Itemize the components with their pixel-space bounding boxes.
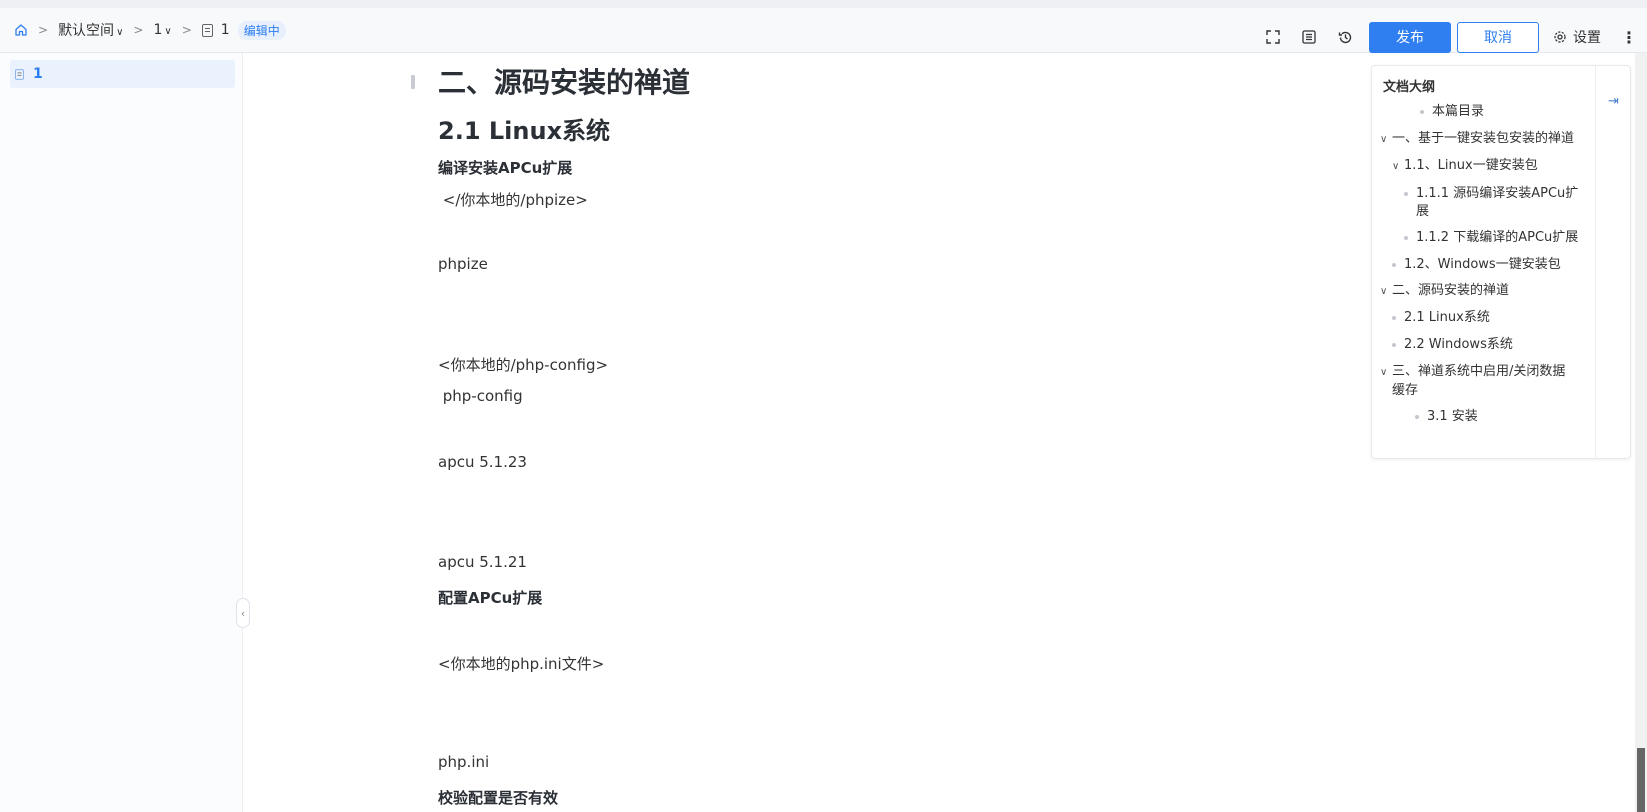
content-line: </你本地的/phpize> <box>438 191 588 209</box>
content-line: php-config <box>438 387 523 405</box>
content-line: apcu 5.1.23 <box>438 453 527 471</box>
outline-item-label: 2.2 Windows系统 <box>1404 337 1513 352</box>
scrollbar-thumb[interactable] <box>1637 748 1645 812</box>
outline-item-label: 展 <box>1416 204 1430 219</box>
gear-icon <box>1554 31 1566 43</box>
outline-item-label: 三、禅道系统中启用/关闭数据 <box>1392 364 1566 379</box>
outline-item-label: 1.1、Linux一键安装包 <box>1404 158 1538 173</box>
content-line: apcu 5.1.21 <box>438 553 527 571</box>
sidebar-item-doc[interactable]: 1 <box>10 60 235 88</box>
outline-item-label: 二、源码安装的禅道 <box>1392 283 1510 298</box>
collapse-icon[interactable]: ‹ <box>236 598 250 628</box>
outline-item[interactable]: ∨ 一、基于一键安装包安装的禅道 <box>1380 129 1574 149</box>
outline-divider <box>1595 66 1596 458</box>
outline-item-label: 1.1.1 源码编译安装APCu扩 <box>1416 186 1579 201</box>
outline-item-label: 2.1 Linux系统 <box>1404 310 1490 325</box>
sidebar: 1 <box>0 53 243 812</box>
settings-label: 设置 <box>1573 30 1601 46</box>
outline-item[interactable]: 3.1 安装 <box>1415 407 1478 426</box>
bullet-icon <box>1404 235 1408 240</box>
settings-button[interactable]: 设置 <box>1553 27 1601 47</box>
outline-item[interactable]: 1.1.1 源码编译安装APCu扩 <box>1404 184 1578 203</box>
bullet-icon <box>1392 342 1396 347</box>
outline-item[interactable]: ∨ 二、源码安装的禅道 <box>1380 281 1509 301</box>
outline-item[interactable]: 展 <box>1416 202 1429 221</box>
outline-item[interactable]: 2.1 Linux系统 <box>1392 308 1490 327</box>
content-line: phpize <box>438 255 488 273</box>
outline-item[interactable]: 缓存 <box>1392 381 1418 400</box>
publish-button[interactable]: 发布 <box>1369 21 1451 53</box>
document-icon <box>201 23 213 37</box>
breadcrumb-separator: > <box>38 23 49 37</box>
scrollbar[interactable] <box>1635 53 1647 812</box>
top-bar: > 默认空间 ∨ > 1 ∨ > 1 编辑中 发布 取消 设置 ⋮ <box>0 0 1647 53</box>
home-icon[interactable] <box>14 23 28 37</box>
chevron-down-icon: ∨ <box>164 26 172 37</box>
outline-item[interactable]: 2.2 Windows系统 <box>1392 335 1513 354</box>
breadcrumb: > 默认空间 ∨ > 1 ∨ > 1 编辑中 <box>14 20 286 40</box>
chevron-down-icon[interactable]: ∨ <box>1380 130 1392 149</box>
bullet-icon <box>1392 262 1396 267</box>
drag-handle[interactable] <box>411 75 415 89</box>
bullet-icon <box>1404 191 1408 196</box>
outline-item[interactable]: ∨ 1.1、Linux一键安装包 <box>1392 156 1538 176</box>
toolbar: 发布 取消 设置 ⋮ <box>1255 21 1637 53</box>
status-badge: 编辑中 <box>237 20 286 40</box>
outline-item[interactable]: 本篇目录 <box>1420 102 1484 121</box>
content-line: <你本地的php.ini文件> <box>438 655 605 673</box>
bullet-icon <box>1415 414 1419 419</box>
chevron-down-icon[interactable]: ∨ <box>1380 282 1392 301</box>
outline-item-label: 本篇目录 <box>1432 104 1485 119</box>
outline-item-label: 3.1 安装 <box>1427 409 1478 424</box>
more-icon[interactable]: ⋮ <box>1621 28 1637 47</box>
bullet-icon <box>1392 315 1396 320</box>
content-line: <你本地的/php-config> <box>438 356 609 374</box>
chevron-down-icon[interactable]: ∨ <box>1380 363 1392 382</box>
outline-item[interactable]: 1.2、Windows一键安装包 <box>1392 255 1561 274</box>
breadcrumb-book[interactable]: 1 ∨ <box>153 22 171 38</box>
sidebar-item-label: 1 <box>33 66 43 82</box>
content-subheading: 编译安装APCu扩展 <box>438 159 573 177</box>
outline-title: 文档大纲 <box>1383 80 1436 95</box>
breadcrumb-space[interactable]: 默认空间 ∨ <box>58 20 123 40</box>
heading-2: 2.1 Linux系统 <box>438 117 611 145</box>
outline-item[interactable]: 1.1.2 下载编译的APCu扩展 <box>1404 228 1578 247</box>
outline-panel: 文档大纲 ⇥ 本篇目录 ∨ 一、基于一键安装包安装的禅道 ∨ 1.1、Linux一键安装… <box>1371 65 1631 459</box>
breadcrumb-separator: > <box>181 23 192 37</box>
history-icon[interactable] <box>1327 30 1363 45</box>
outline-item-label: 缓存 <box>1392 383 1419 398</box>
content-subheading: 配置APCu扩展 <box>438 589 543 607</box>
chevron-down-icon[interactable]: ∨ <box>1392 157 1404 176</box>
outline-item-label: 1.2、Windows一键安装包 <box>1404 257 1561 272</box>
document-icon <box>15 68 24 80</box>
fullscreen-icon[interactable] <box>1255 30 1291 44</box>
collapse-outline-icon[interactable]: ⇥ <box>1608 94 1619 109</box>
outline-item[interactable]: ∨ 三、禅道系统中启用/关闭数据 <box>1380 362 1565 382</box>
chevron-down-icon: ∨ <box>116 27 124 38</box>
content-subheading: 校验配置是否有效 <box>438 789 559 807</box>
outline-item-label: 1.1.2 下载编译的APCu扩展 <box>1416 230 1579 245</box>
cancel-button[interactable]: 取消 <box>1457 21 1539 53</box>
content-line: php.ini <box>438 753 490 771</box>
breadcrumb-separator: > <box>133 23 144 37</box>
bullet-icon <box>1420 109 1424 114</box>
breadcrumb-doc[interactable]: 1 <box>221 22 230 38</box>
outline-item-label: 一、基于一键安装包安装的禅道 <box>1392 131 1575 146</box>
outline-icon[interactable] <box>1291 30 1327 44</box>
heading-1: 二、源码安装的禅道 <box>438 66 691 99</box>
